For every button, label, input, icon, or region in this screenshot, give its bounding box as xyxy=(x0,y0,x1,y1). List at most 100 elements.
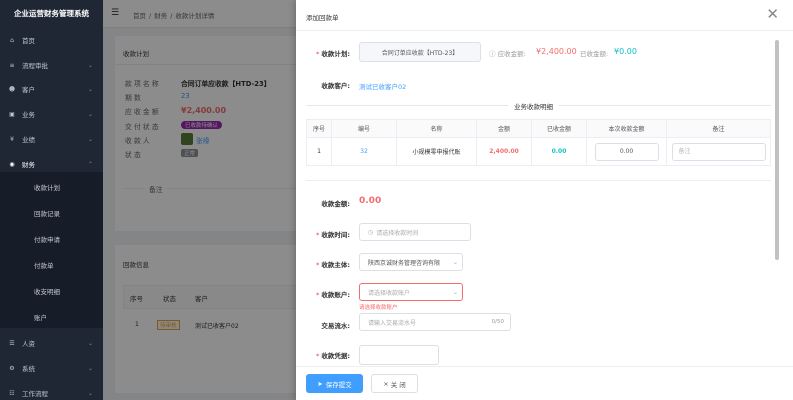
send-icon: ➤ xyxy=(317,379,323,388)
total-label: ⓘ 应收金额: xyxy=(489,48,526,58)
briefcase-icon: ▣ xyxy=(9,110,15,118)
cell-remark: 备注 xyxy=(666,137,771,166)
close-label: 关 闭 xyxy=(390,380,406,389)
chevron-down-icon: ⌄ xyxy=(452,288,458,296)
divider xyxy=(306,180,771,181)
nav-item-hr[interactable]: ☰ 人资 ⌄ xyxy=(0,336,103,350)
close-button[interactable]: × 关 闭 xyxy=(371,374,418,393)
voucher-label-text: 收款凭据: xyxy=(321,352,350,360)
cell-index: 1 xyxy=(306,137,332,166)
cell-this-amount: 0.00 xyxy=(586,137,667,166)
serial-label: 交易流水: xyxy=(321,322,350,330)
nav-item-workflow[interactable]: ☷ 工作流程 ⌄ xyxy=(0,386,103,400)
table-header-row: 序号 编号 名称 金额 已收金额 本次收款金额 备注 xyxy=(306,119,771,138)
amount-value: 0.00 xyxy=(359,196,382,206)
time-picker[interactable]: ◷ 请选择收款时间 xyxy=(359,223,471,241)
serial-input[interactable]: 请输入交易流水号 0/50 xyxy=(359,313,511,331)
th-amount: 金额 xyxy=(476,119,532,138)
close-x-icon: × xyxy=(383,379,389,388)
submenu-item-payment-apply[interactable]: 付款申请 xyxy=(0,233,103,247)
serial-count: 0/50 xyxy=(491,319,504,325)
subject-select[interactable]: 陕西京诚财务管理咨询有限 ⌄ xyxy=(359,253,463,271)
voucher-upload[interactable] xyxy=(359,345,439,365)
chevron-down-icon: ⌄ xyxy=(87,389,93,397)
submenu-item-plan[interactable]: 收款计划 xyxy=(0,181,103,195)
nav-label: 客户 xyxy=(22,86,35,94)
subject-value: 陕西京诚财务管理咨询有限 xyxy=(368,259,441,267)
th-this-amount: 本次收款金额 xyxy=(586,119,667,138)
submenu-item-account[interactable]: 账户 xyxy=(0,311,103,325)
submenu-item-ledger[interactable]: 收支明细 xyxy=(0,285,103,299)
nav-item-finance[interactable]: ◉ 财务 ⌃ xyxy=(0,157,103,171)
finance-icon: ◉ xyxy=(9,160,15,168)
account-select[interactable]: 请选择收款账户 ⌄ xyxy=(359,283,463,301)
account-error: 请选择收款账户 xyxy=(359,305,398,311)
detail-title: 业务收款明细 xyxy=(508,101,559,111)
drawer-title: 添加回款单 xyxy=(306,14,339,22)
submenu-item-payment[interactable]: 付款单 xyxy=(0,259,103,273)
nav-label: 人资 xyxy=(22,340,35,348)
voucher-label: * 收款凭据: xyxy=(315,352,350,360)
divider xyxy=(296,30,793,31)
th-received: 已收金额 xyxy=(531,119,587,138)
home-icon: ⌂ xyxy=(10,36,14,44)
time-label-text: 收款时间: xyxy=(321,231,350,239)
nav-item-home[interactable]: ⌂ 首页 xyxy=(0,33,103,47)
nav-item-customer[interactable]: ☻ 客户 ⌄ xyxy=(0,82,103,96)
yen-icon: ¥ xyxy=(10,135,14,143)
th-remark: 备注 xyxy=(666,119,771,138)
nav-label: 首页 xyxy=(22,37,35,45)
close-icon[interactable]: ✕ xyxy=(766,5,779,23)
hr-icon: ☰ xyxy=(9,339,15,347)
cell-received: 0.00 xyxy=(531,137,587,166)
nav-label: 流程审批 xyxy=(22,62,48,70)
nav-label: 工作流程 xyxy=(22,390,48,398)
plan-field[interactable]: 合同订单应收款【HTD-23】 xyxy=(359,42,481,62)
th-name: 名称 xyxy=(396,119,477,138)
nav-item-approval[interactable]: ≡ 流程审批 ⌄ xyxy=(0,58,103,72)
chevron-down-icon: ⌄ xyxy=(87,61,93,69)
clock-icon: ◷ xyxy=(368,228,374,236)
chevron-down-icon: ⌄ xyxy=(87,110,93,118)
time-label: * 收款时间: xyxy=(315,231,350,239)
detail-table: 序号 编号 名称 金额 已收金额 本次收款金额 备注 1 32 小规模零申报代账… xyxy=(306,119,771,166)
chevron-down-icon: ⌄ xyxy=(87,135,93,143)
th-index: 序号 xyxy=(306,119,332,138)
nav-label: 业务 xyxy=(22,111,35,119)
scrollbar[interactable] xyxy=(775,40,779,260)
this-amount-input[interactable]: 0.00 xyxy=(594,142,659,161)
remark-input[interactable]: 备注 xyxy=(671,142,766,161)
cell-code[interactable]: 32 xyxy=(331,137,397,166)
chevron-down-icon: ⌄ xyxy=(87,364,93,372)
account-placeholder: 请选择收款账户 xyxy=(368,289,411,297)
nav-item-business[interactable]: ▣ 业务 ⌄ xyxy=(0,107,103,121)
chevron-down-icon: ⌄ xyxy=(452,258,458,266)
nav-label: 财务 xyxy=(22,161,35,169)
total-value: ¥2,400.00 xyxy=(536,47,577,56)
nav-item-performance[interactable]: ¥ 业绩 ⌄ xyxy=(0,132,103,146)
submenu-item-collection[interactable]: 回款记录 xyxy=(0,207,103,221)
received-label: 已收金额: xyxy=(580,50,609,58)
gear-icon: ⚙ xyxy=(9,364,15,372)
nav-label: 系统 xyxy=(22,365,35,373)
chevron-down-icon: ⌄ xyxy=(87,339,93,347)
workflow-icon: ☷ xyxy=(9,389,15,397)
finance-submenu xyxy=(0,172,103,328)
save-button[interactable]: ➤ 保存提交 xyxy=(306,374,363,393)
plan-label-text: 收款计划: xyxy=(321,50,350,58)
list-icon: ≡ xyxy=(9,61,15,69)
subject-label: * 收款主体: xyxy=(315,261,350,269)
table-row: 1 32 小规模零申报代账 2,400.00 0.00 0.00 备注 xyxy=(306,137,771,166)
sidebar: 企业运营财务管理系统 ⌂ 首页 ≡ 流程审批 ⌄ ☻ 客户 ⌄ ▣ 业务 ⌄ ¥ 业绩 ⌄ ◉ 财务… xyxy=(0,0,103,400)
serial-placeholder: 请输入交易流水号 xyxy=(368,319,417,327)
app-title: 企业运营财务管理系统 xyxy=(14,9,89,18)
th-code: 编号 xyxy=(331,119,397,138)
add-collection-drawer: 添加回款单 ✕ * 收款计划: 合同订单应收款【HTD-23】 ⓘ 应收金额: ¥… xyxy=(296,0,793,400)
customer-link[interactable]: 测试已收客户02 xyxy=(359,81,406,91)
received-value: ¥0.00 xyxy=(614,47,637,56)
account-label-text: 收款账户: xyxy=(321,291,350,299)
cell-amount: 2,400.00 xyxy=(476,137,532,166)
amount-label: 收款金额: xyxy=(321,200,350,208)
nav-label: 业绩 xyxy=(22,136,35,144)
nav-item-system[interactable]: ⚙ 系统 ⌄ xyxy=(0,361,103,375)
